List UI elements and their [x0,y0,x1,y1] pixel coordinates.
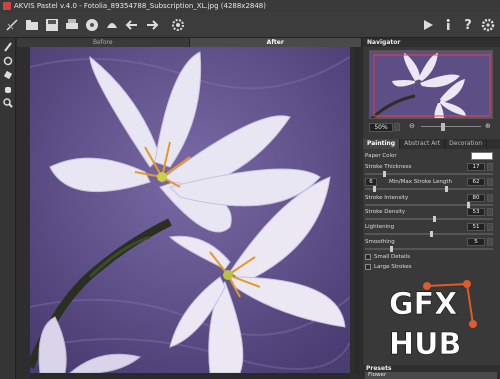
presets-section: Presets Flower [363,365,500,379]
small-details-checkbox[interactable] [365,254,371,260]
tab-after[interactable]: After [189,38,362,47]
stroke-intensity-label: Stroke Intensity [365,195,409,201]
watermark-line2: HUB [389,327,461,362]
watermark-line1: GFX [389,287,457,322]
presets-header: Presets [366,365,392,372]
stroke-intensity-value[interactable]: 80 [467,194,485,202]
undo-icon[interactable] [124,17,140,33]
open-icon[interactable] [24,17,40,33]
stroke-thickness-label: Stroke Thickness [365,164,412,170]
tab-abstract-art[interactable]: Abstract Art [400,139,446,149]
eraser-tool-icon[interactable] [3,70,13,80]
info-icon[interactable] [440,17,456,33]
tab-painting[interactable]: Painting [363,139,401,149]
run-icon[interactable] [420,17,436,33]
max-stroke-value[interactable]: 62 [467,178,485,186]
stroke-intensity-spinner[interactable] [487,194,493,202]
stroke-density-label: Stroke Density [365,209,406,215]
presets-dropdown[interactable]: Flower [365,372,497,379]
horizontal-scrollbar[interactable] [30,373,350,379]
stroke-tool-icon[interactable] [3,56,13,66]
smoothing-spinner[interactable] [487,238,493,246]
stroke-density-spinner[interactable] [487,208,493,216]
share-icon[interactable] [84,17,100,33]
minmax-stroke-slider[interactable] [365,186,493,192]
zoom-tool-icon[interactable] [3,98,13,108]
large-strokes-option[interactable]: Large Strokes [365,262,495,272]
zoom-dropdown-icon[interactable] [394,123,400,131]
zoom-slider[interactable] [421,123,481,131]
smoothing-slider[interactable] [365,246,493,252]
lightening-value[interactable]: 51 [467,223,485,231]
zoom-in-icon[interactable]: ⊕ [485,122,491,130]
zoom-out-icon[interactable]: ⊖ [409,122,415,130]
paper-color-swatch[interactable] [471,152,493,160]
save-icon[interactable] [44,17,60,33]
lightening-label: Lightening [365,224,395,230]
large-strokes-label: Large Strokes [374,264,412,270]
settings-panel: Navigator 50% ⊖ ⊕ Painting Abstract Art … [363,38,500,379]
app-logo-icon [3,2,11,10]
result-image[interactable] [30,47,350,373]
navigator-header: Navigator [363,38,500,47]
min-stroke-value[interactable]: 6 [365,178,377,186]
lightening-slider[interactable] [365,231,493,237]
stroke-density-value[interactable]: 53 [467,208,485,216]
akvis-logo-icon [4,17,20,33]
stroke-thickness-value[interactable]: 17 [467,163,485,171]
tab-decoration[interactable]: Decoration [445,139,488,149]
settings-gear-icon[interactable] [170,17,186,33]
main-toolbar: ? [0,12,500,38]
help-icon[interactable]: ? [460,17,476,33]
brush-tool-icon[interactable] [3,42,13,52]
max-stroke-spinner[interactable] [487,178,493,186]
hand-tool-icon[interactable] [3,84,13,94]
paper-color-label: Paper Color [365,153,397,159]
small-details-option[interactable]: Small Details [365,252,495,262]
tools-bar [0,38,16,379]
smoothing-value[interactable]: 5 [467,238,485,246]
zoom-level-field[interactable]: 50% [369,122,393,132]
stroke-thickness-slider[interactable] [365,171,493,177]
stroke-intensity-slider[interactable] [365,202,493,208]
redo-icon[interactable] [144,17,160,33]
title-bar: AKVIS Pastel v.4.0 - Fotolia_89354788_Su… [0,0,500,12]
print-icon[interactable] [64,17,80,33]
image-workspace: Before After [17,38,362,379]
gfxhub-watermark: GFX HUB [381,274,481,362]
navigator-thumbnail[interactable] [369,50,493,119]
vertical-scrollbar[interactable] [354,47,360,373]
batch-icon[interactable] [104,17,120,33]
large-strokes-checkbox[interactable] [365,264,371,270]
minmax-stroke-label: Min/Max Stroke Length [389,179,452,185]
preferences-icon[interactable] [480,17,496,33]
small-details-label: Small Details [374,254,411,260]
lightening-spinner[interactable] [487,223,493,231]
stroke-thickness-spinner[interactable] [487,163,493,171]
window-title: AKVIS Pastel v.4.0 - Fotolia_89354788_Su… [14,2,266,10]
stroke-density-slider[interactable] [365,216,493,222]
tab-before[interactable]: Before [17,38,190,47]
